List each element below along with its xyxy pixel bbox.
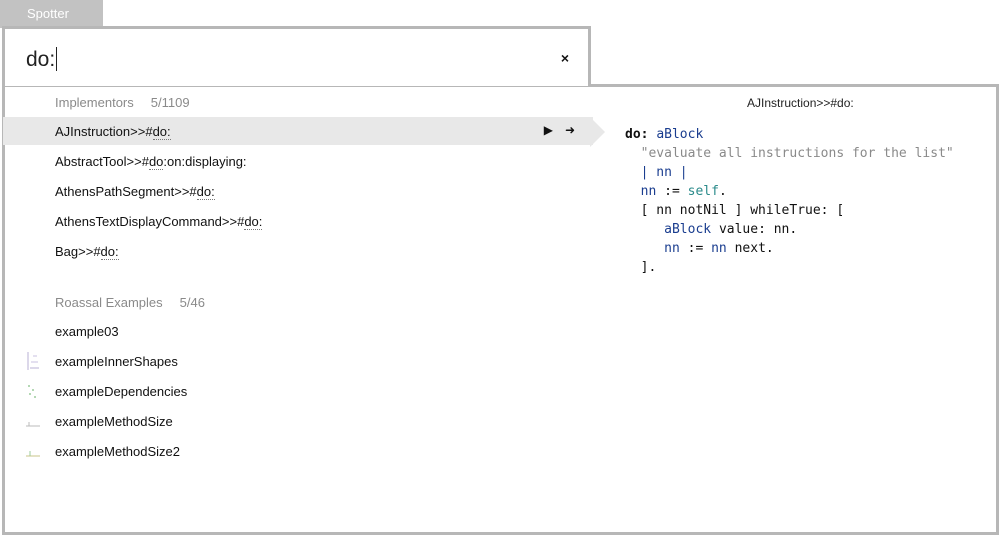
result-label: AbstractTool>>#do:on:displaying:	[55, 154, 247, 170]
category-header-implementors[interactable]: Implementors 5/1109	[55, 95, 190, 110]
result-row[interactable]: exampleInnerShapes	[3, 347, 593, 375]
example-thumbnail-icon	[28, 385, 36, 398]
result-row[interactable]: AthensTextDisplayCommand>>#do:	[3, 207, 593, 235]
result-row[interactable]: example03	[3, 317, 593, 345]
result-label: example03	[55, 324, 119, 339]
result-label: exampleDependencies	[55, 384, 188, 399]
result-row[interactable]: exampleDependencies	[3, 377, 593, 405]
result-row-selected[interactable]: AJInstruction>>#do: ▶ ➜	[3, 117, 593, 145]
category-name: Implementors	[55, 95, 134, 110]
result-label: AthensTextDisplayCommand>>#do:	[55, 214, 263, 230]
example-thumbnail-icon	[26, 422, 40, 427]
preview-title: AJInstruction>>#do:	[747, 96, 854, 110]
example-thumbnail-icon	[26, 451, 40, 457]
search-input[interactable]: do:	[26, 47, 58, 72]
category-name: Roassal Examples	[55, 295, 163, 310]
result-row[interactable]: exampleMethodSize	[3, 407, 593, 435]
text-caret	[56, 47, 58, 71]
category-header-roassal-examples[interactable]: Roassal Examples 5/46	[55, 295, 205, 310]
arrow-right-icon[interactable]: ➜	[565, 123, 575, 137]
result-label: AthensPathSegment>>#do:	[55, 184, 215, 200]
play-icon[interactable]: ▶	[544, 123, 553, 137]
result-label: exampleMethodSize2	[55, 444, 181, 459]
category-count: 5/46	[179, 295, 205, 310]
example-thumbnail-icon	[27, 352, 39, 370]
result-label: exampleMethodSize	[55, 414, 173, 429]
result-row[interactable]: Bag>>#do:	[3, 237, 593, 265]
result-row[interactable]: exampleMethodSize2	[3, 437, 593, 465]
result-row[interactable]: AthensPathSegment>>#do:	[3, 177, 593, 205]
result-label: Bag>>#do:	[55, 244, 119, 260]
search-query: do:	[26, 48, 56, 71]
close-icon[interactable]: ×	[561, 50, 569, 66]
spotter-tab: Spotter	[0, 0, 103, 28]
result-label: AJInstruction>>#do:	[55, 124, 171, 140]
category-count: 5/1109	[150, 95, 190, 110]
search-box[interactable]: do: ×	[2, 26, 591, 86]
result-label: exampleInnerShapes	[55, 354, 178, 369]
result-row[interactable]: AbstractTool>>#do:on:displaying:	[3, 147, 593, 175]
selection-pointer	[590, 117, 605, 147]
row-actions: ▶ ➜	[532, 123, 575, 137]
code-preview: do: aBlock "evaluate all instructions fo…	[625, 127, 954, 275]
